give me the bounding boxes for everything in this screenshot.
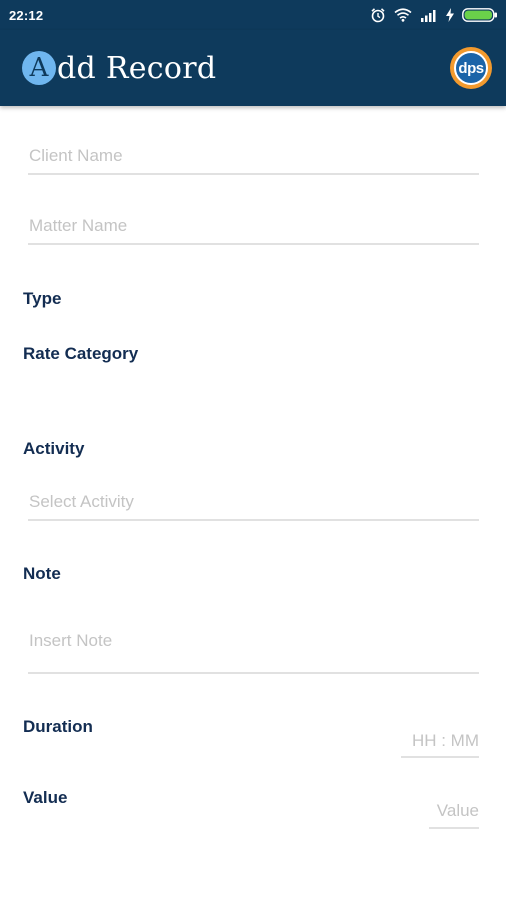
value-placeholder: Value bbox=[436, 801, 479, 820]
app-title: A dd Record bbox=[22, 51, 216, 86]
status-icons bbox=[370, 7, 498, 23]
alarm-icon bbox=[371, 8, 385, 23]
activity-label: Activity bbox=[23, 439, 85, 458]
battery-icon bbox=[462, 8, 497, 22]
wifi-icon bbox=[394, 8, 412, 22]
rate-category-label: Rate Category bbox=[23, 344, 139, 363]
activity-select[interactable]: Select Activity bbox=[28, 492, 479, 521]
charging-icon bbox=[446, 8, 454, 22]
note-field[interactable]: Insert Note bbox=[28, 631, 479, 674]
duration-label: Duration bbox=[23, 717, 93, 736]
signal-icon bbox=[421, 10, 436, 22]
status-time: 22:12 bbox=[9, 7, 44, 23]
type-label: Type bbox=[23, 289, 62, 308]
title-badge: A bbox=[22, 51, 56, 85]
matter-name-placeholder: Matter Name bbox=[29, 216, 128, 235]
value-label: Value bbox=[23, 788, 68, 807]
duration-field[interactable]: HH : MM bbox=[401, 731, 479, 758]
title-text: dd Record bbox=[57, 50, 217, 86]
value-field[interactable]: Value bbox=[429, 801, 479, 829]
app-bar: A dd Record dps bbox=[0, 30, 506, 106]
duration-placeholder: HH : MM bbox=[411, 731, 479, 750]
status-bar: 22:12 bbox=[0, 0, 506, 30]
note-placeholder: Insert Note bbox=[29, 631, 113, 650]
note-label: Note bbox=[23, 564, 61, 583]
dps-logo[interactable]: dps bbox=[450, 47, 492, 89]
client-name-placeholder: Client Name bbox=[29, 146, 123, 165]
dps-logo-text: dps bbox=[454, 51, 488, 85]
matter-name-field[interactable]: Matter Name bbox=[28, 216, 479, 245]
client-name-field[interactable]: Client Name bbox=[28, 146, 479, 175]
activity-placeholder: Select Activity bbox=[29, 492, 134, 511]
